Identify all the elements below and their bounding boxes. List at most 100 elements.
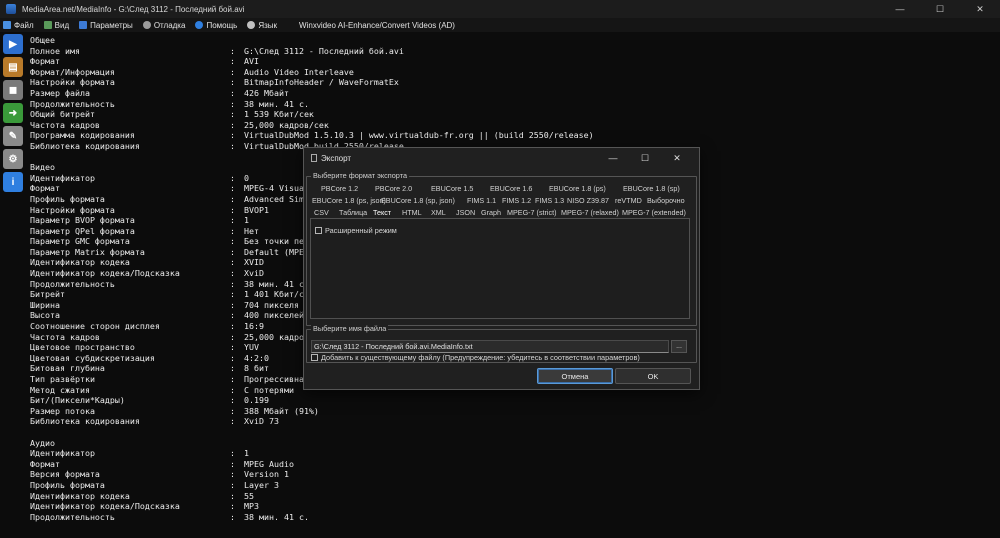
info-value: AVI [244,56,259,67]
info-key: Формат [30,183,60,194]
tab-row2-2[interactable]: FIMS 1.1 [467,196,496,205]
close-button[interactable]: ✕ [960,0,1000,18]
menu-item-0[interactable]: Файл [3,21,34,30]
info-row: Формат/Информация: Audio Video Interleave [30,67,1000,78]
info-separator: : [230,310,235,321]
tab-row2-1[interactable]: EBUCore 1.8 (sp, json) [381,196,455,205]
settings-icon[interactable]: ⚙ [3,149,23,169]
tab-row1-3[interactable]: EBUCore 1.6 [490,184,532,193]
export-icon[interactable]: ➜ [3,103,23,123]
maximize-button[interactable]: ☐ [920,0,960,18]
info-separator: : [230,236,235,247]
menu-item-2[interactable]: Параметры [79,21,133,30]
info-separator: : [230,172,235,183]
menu-item-1[interactable]: Вид [43,21,69,30]
info-row: Частота кадров:25,000 кадров/сек [30,120,1000,131]
info-value: 38 мин. 41 с. [244,278,309,289]
info-separator: : [230,225,235,236]
info-separator: : [230,448,235,459]
info-key: Параметр Matrix формата [30,246,145,257]
menu-item-4[interactable]: Помощь [195,21,237,30]
tab-row2-7[interactable]: Выборочно [647,196,685,205]
tab-row3-3[interactable]: HTML [402,208,422,217]
tab-row-1: PBCore 1.2 PBCore 2.0 EBUCore 1.5 EBUCore 1… [307,184,696,195]
tab-row2-6[interactable]: reVTMD [615,196,642,205]
info-row: Библиотека кодирования: XviD 73 [30,416,1000,427]
menu-item-label: Параметры [90,20,133,30]
info-key: Параметр GMC формата [30,236,130,247]
tab-row1-2[interactable]: EBUCore 1.5 [431,184,473,193]
export-dialog: Экспорт — ☐ ✕ Выберите формат экспорта P… [303,147,700,390]
info-row: Полное имя: G:\След 3112 - Последний бой.… [30,46,1000,57]
dialog-close-button[interactable]: ✕ [661,148,693,168]
tab-row3-9[interactable]: MPEG-7 (extended) [622,208,686,217]
info-key: Ширина [30,299,60,310]
info-row: Идентификатор:1 [30,448,1000,459]
tab-row3-6[interactable]: Graph [481,208,501,217]
tab-row3-8[interactable]: MPEG-7 (relaxed) [561,208,619,217]
info-value: BitmapInfoHeader / WaveFormatEx [244,77,399,88]
info-separator: : [230,215,235,226]
info-key: Идентификатор [30,448,95,459]
info-key: Видео [30,162,55,173]
info-separator: : [230,278,235,289]
tab-row3-5[interactable]: JSON [456,208,475,217]
cancel-button[interactable]: Отмена [537,368,613,384]
tab-row1-5[interactable]: EBUCore 1.8 (sp) [623,184,680,193]
info-row: Продолжительность:38 мин. 41 с. [30,99,1000,110]
film-icon[interactable]: ◼ [3,80,23,100]
info-separator: : [230,45,235,56]
info-separator: : [230,299,235,310]
menu-item-5[interactable]: Язык [247,21,277,30]
advanced-mode-option[interactable]: Расширенный режим [315,226,397,235]
view-icon [43,21,52,29]
append-option[interactable]: Добавить к существующему файлу (Предупре… [311,353,640,362]
info-separator: : [230,342,235,353]
info-value: 16:9 [244,321,264,332]
tab-row3-1[interactable]: Таблица [339,208,367,217]
info-value: Нет [244,225,259,236]
tab-row2-4[interactable]: FIMS 1.3 [535,196,564,205]
menu-item-label: Отладка [153,20,186,30]
tab-row3-2[interactable]: Текст [373,208,391,217]
info-key: Формат/Информация [30,66,115,77]
minimize-button[interactable]: — [880,0,920,18]
advanced-mode-checkbox[interactable] [315,227,322,234]
menu-item-6[interactable]: Winxvideo AI-Enhance/Convert Videos (AD) [299,21,455,30]
info-separator: : [230,66,235,77]
tools-icon[interactable]: ✎ [3,126,23,146]
tab-row1-0[interactable]: PBCore 1.2 [321,184,358,193]
info-separator: : [230,479,235,490]
info-row: Размер потока:388 Мбайт (91%) [30,406,1000,417]
info-value: 400 пикселей [244,310,304,321]
info-row: Формат: MPEG Audio [30,459,1000,470]
info-icon[interactable]: i [3,172,23,192]
dialog-minimize-button[interactable]: — [597,148,629,168]
tab-row2-3[interactable]: FIMS 1.2 [502,196,531,205]
open-file-icon[interactable]: ▶ [3,34,23,54]
info-separator: : [230,87,235,98]
append-checkbox[interactable] [311,354,318,361]
menu-item-label: Файл [14,20,34,30]
ok-button[interactable]: OK [615,368,691,384]
info-row: Программа кодирования: VirtualDubMod 1.5.… [30,130,1000,141]
info-value: 1 539 Кбит/сек [244,109,314,120]
window-title: MediaArea.net/MediaInfo - G:\След 3112 -… [22,4,245,14]
tab-row3-7[interactable]: MPEG-7 (strict) [507,208,557,217]
tab-row3-4[interactable]: XML [431,208,446,217]
file-name-input[interactable]: G:\След 3112 - Последний бой.avi.MediaIn… [311,340,669,353]
tab-row1-1[interactable]: PBCore 2.0 [375,184,412,193]
tab-row2-5[interactable]: NISO Z39.87 [567,196,609,205]
tab-row1-4[interactable]: EBUCore 1.8 (ps) [549,184,606,193]
open-folder-icon[interactable]: ▤ [3,57,23,77]
browse-button[interactable]: ... [671,340,687,353]
menu-item-label: Помощь [206,20,238,30]
info-value: Audio Video Interleave [244,66,354,77]
tab-row2-0[interactable]: EBUCore 1.8 (ps, json) [312,196,386,205]
dialog-maximize-button[interactable]: ☐ [629,148,661,168]
info-separator: : [230,246,235,257]
menu-bar: Файл Вид Параметры Отладка Помощь Язык Winxvid… [0,18,1000,32]
language-icon [247,21,256,29]
tab-row3-0[interactable]: CSV [314,208,329,217]
menu-item-3[interactable]: Отладка [142,20,186,30]
